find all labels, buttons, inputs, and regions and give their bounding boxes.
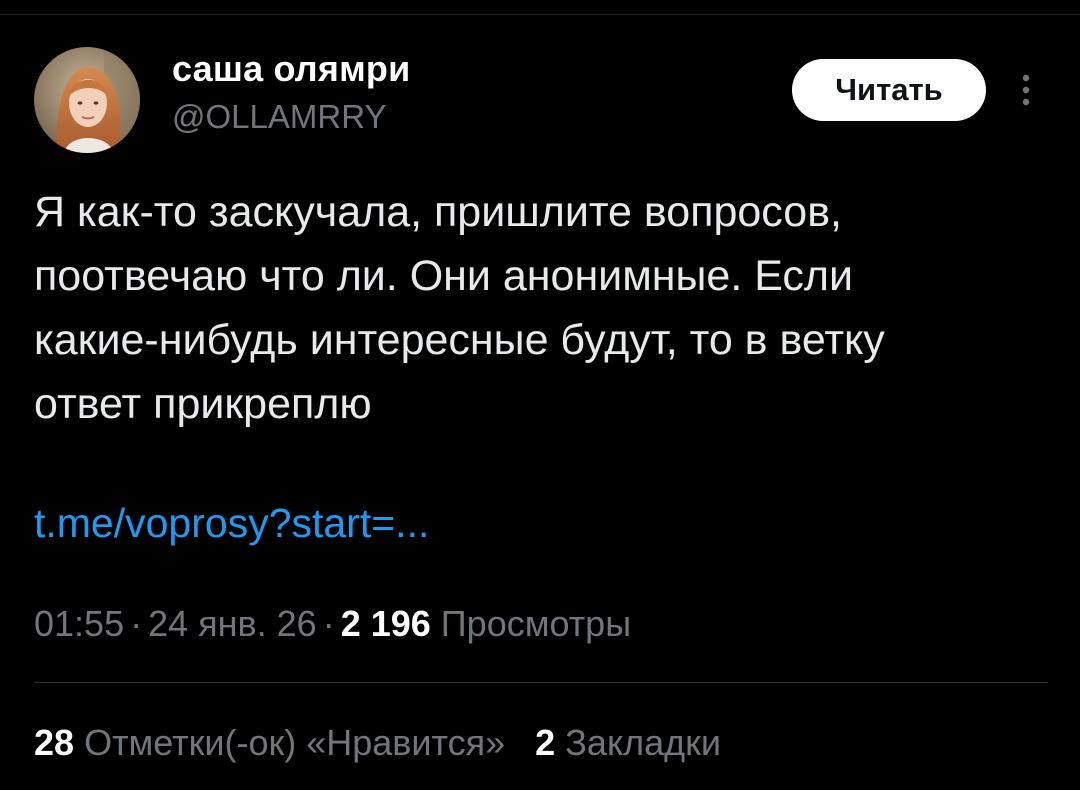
tweet-stats: 28 Отметки(-ок) «Нравится» 2 Закладки	[34, 722, 721, 764]
bookmarks-label: Закладки	[565, 722, 721, 763]
likes-count: 28	[34, 722, 75, 763]
tweet-date[interactable]: 24 янв. 26	[148, 603, 317, 644]
bookmarks-stat[interactable]: 2 Закладки	[535, 722, 721, 763]
author-avatar[interactable]	[34, 47, 140, 153]
user-avatar-photo-icon	[34, 47, 140, 153]
meta-separator: ·	[130, 603, 143, 644]
bookmarks-count: 2	[535, 722, 556, 763]
author-name[interactable]: саша олямри	[172, 48, 410, 90]
tweet-text: Я как-то заскучала, пришлите вопросов, п…	[34, 180, 1054, 436]
views-count: 2 196	[340, 603, 431, 644]
likes-stat[interactable]: 28 Отметки(-ок) «Нравится»	[34, 722, 505, 763]
tweet-meta: 01:55 · 24 янв. 26 · 2 196 Просмотры	[34, 603, 631, 645]
tweet-text-line: Я как-то заскучала, пришлите вопросов,	[34, 188, 842, 236]
vertical-dots-icon[interactable]	[1014, 72, 1038, 108]
author-handle[interactable]: @OLLAMRRY	[172, 98, 386, 136]
meta-separator: ·	[322, 603, 335, 644]
likes-label: Отметки(-ок) «Нравится»	[84, 722, 506, 763]
tweet-text-line: ответ прикреплю	[34, 380, 372, 428]
tweet-text-line: поотвечаю что ли. Они анонимные. Если	[34, 252, 854, 300]
views-label: Просмотры	[440, 603, 632, 644]
follow-button[interactable]: Читать	[792, 59, 986, 121]
top-bar	[0, 0, 1080, 15]
divider	[34, 682, 1048, 683]
tweet-text-line: какие-нибудь интересные будут, то в ветк…	[34, 316, 885, 364]
tweet-link[interactable]: t.me/voprosy?start=...	[34, 500, 429, 547]
tweet-time[interactable]: 01:55	[34, 603, 124, 644]
